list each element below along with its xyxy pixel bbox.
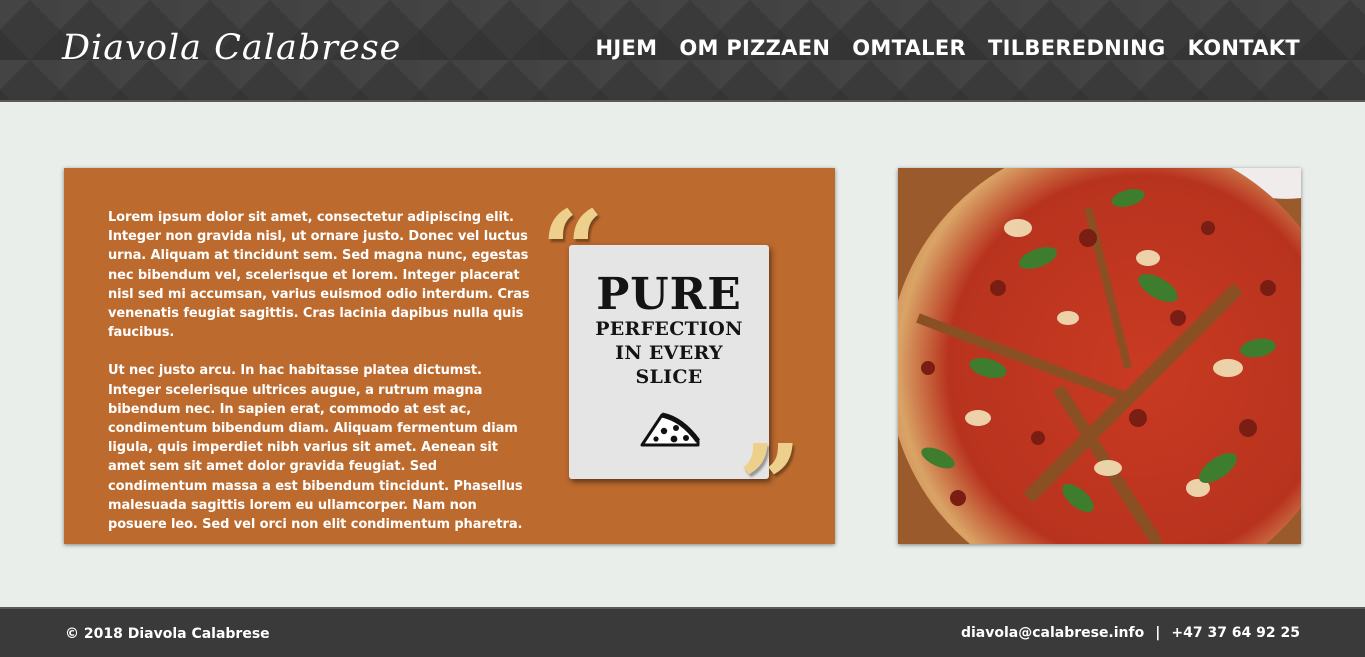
nav-item-omtaler[interactable]: OMTALER	[852, 36, 966, 60]
pizza-photo	[898, 168, 1301, 544]
quote-line-2: IN EVERY	[615, 342, 723, 364]
site-header: Diavola Calabrese HJEM OM PIZZAEN OMTALE…	[0, 0, 1365, 102]
footer-email-link[interactable]: diavola@calabrese.info	[961, 625, 1144, 641]
quote-line-1: PERFECTION	[595, 318, 743, 340]
quote-headline: PURE	[596, 269, 742, 320]
quote-line-3: SLICE	[635, 366, 703, 388]
intro-paragraph-2: Ut nec justo arcu. In hac habitasse plat…	[108, 363, 523, 533]
footer-separator: |	[1155, 625, 1161, 641]
footer-contact: diavola@calabrese.info | +47 37 64 92 25	[961, 625, 1300, 641]
nav-item-om-pizzaen[interactable]: OM PIZZAEN	[679, 36, 830, 60]
footer-phone-link[interactable]: +47 37 64 92 25	[1171, 625, 1300, 641]
pizza-slice-icon	[640, 412, 701, 447]
main-nav: HJEM OM PIZZAEN OMTALER TILBEREDNING KON…	[596, 36, 1300, 60]
intro-paragraph-1: Lorem ipsum dolor sit amet, consectetur …	[108, 210, 530, 341]
site-logo[interactable]: Diavola Calabrese	[62, 28, 401, 68]
intro-card: Lorem ipsum dolor sit amet, consectetur …	[64, 168, 835, 544]
close-quote-mark: ”	[738, 420, 802, 549]
copyright-text: © 2018 Diavola Calabrese	[65, 626, 270, 642]
nav-item-hjem[interactable]: HJEM	[596, 36, 658, 60]
nav-item-tilberedning[interactable]: TILBEREDNING	[988, 36, 1166, 60]
intro-text: Lorem ipsum dolor sit amet, consectetur …	[108, 208, 538, 534]
pizza-photo-image	[898, 168, 1301, 544]
nav-item-kontakt[interactable]: KONTAKT	[1188, 36, 1300, 60]
site-footer: © 2018 Diavola Calabrese diavola@calabre…	[0, 607, 1365, 657]
